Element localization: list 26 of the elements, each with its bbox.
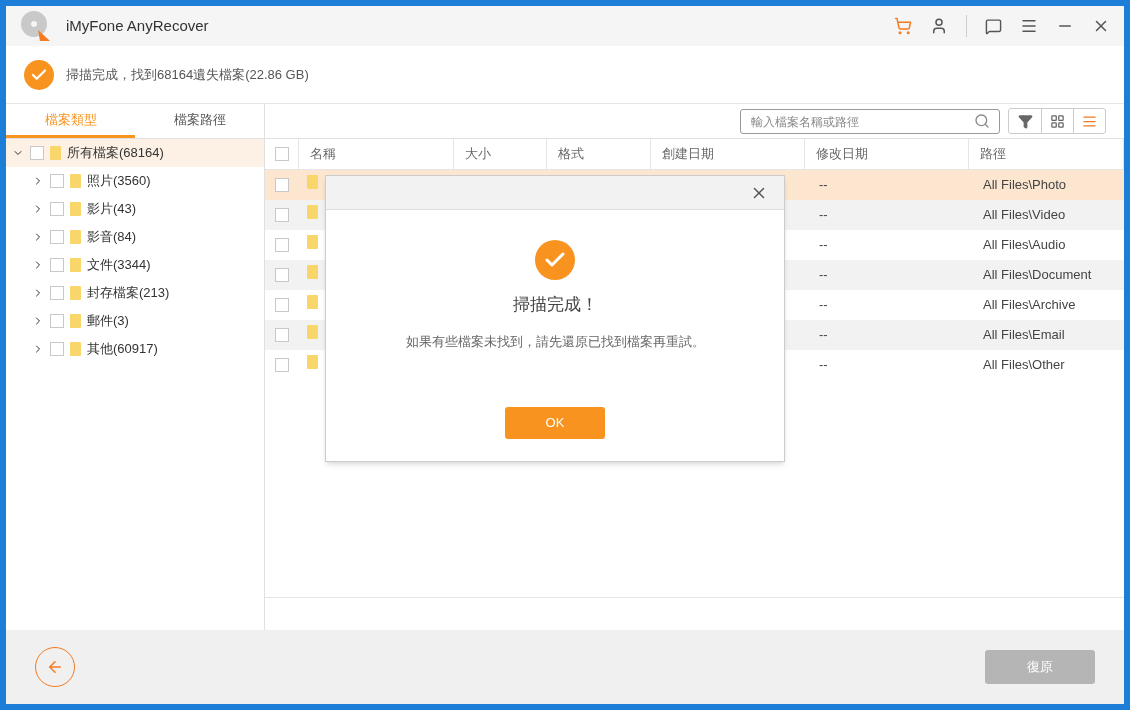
tree-label: 影音(84) — [87, 228, 137, 247]
table-cell: -- — [819, 357, 828, 373]
tree-label: 所有檔案(68164) — [67, 144, 164, 163]
table-cell: All Files\Email — [983, 327, 1065, 343]
table-cell: -- — [819, 267, 828, 283]
dialog-message: 如果有些檔案未找到，請先還原已找到檔案再重試。 — [405, 332, 705, 351]
table-cell: All Files\Video — [983, 207, 1066, 223]
table-cell: -- — [819, 327, 828, 343]
table-cell: All Files\Other — [983, 357, 1065, 373]
tree-label: 文件(3344) — [87, 256, 151, 275]
table-cell: All Files\Photo — [983, 177, 1067, 193]
table-cell: All Files\Archive — [983, 297, 1076, 313]
window-title: iMyFone AnyRecover — [66, 15, 209, 36]
tree-label: 封存檔案(213) — [87, 284, 170, 303]
tree-label: 其他(60917) — [87, 340, 158, 359]
tree-label: 照片(3560) — [87, 172, 151, 191]
tree-label: 影片(43) — [87, 200, 137, 219]
dialog-title: 掃描完成！ — [512, 294, 598, 316]
tree-label: 郵件(3) — [87, 312, 129, 331]
table-cell: -- — [819, 177, 828, 193]
table-cell: All Files\Audio — [983, 237, 1066, 253]
table-cell: -- — [819, 207, 828, 223]
table-cell: All Files\Document — [983, 267, 1092, 283]
table-cell: -- — [819, 297, 828, 313]
table-cell: -- — [819, 237, 828, 253]
scan-status-text: 掃描完成，找到68164遺失檔案(22.86 GB) — [66, 65, 309, 84]
